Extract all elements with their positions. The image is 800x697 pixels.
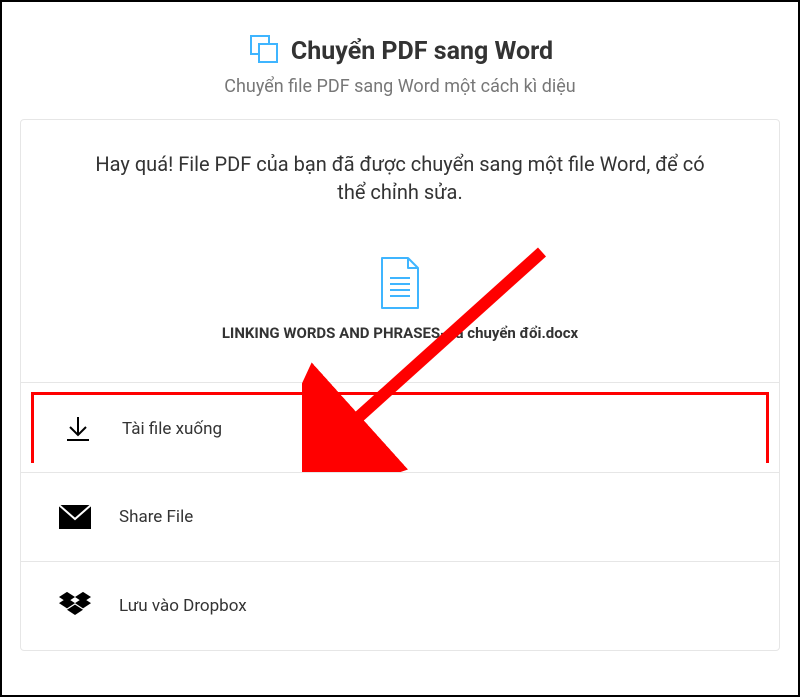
document-icon (378, 295, 422, 314)
dropbox-label: Lưu vào Dropbox (119, 596, 247, 616)
action-list: Tài file xuống Share File (21, 383, 779, 650)
dropbox-icon (59, 590, 91, 622)
success-block: Hay quá! File PDF của bạn đã được chuyển… (21, 120, 779, 383)
download-icon (62, 413, 94, 445)
pdf-to-word-icon (247, 32, 281, 70)
converted-file[interactable]: LINKING WORDS AND PHRASES-đã chuyển đổi.… (222, 256, 578, 342)
converted-filename: LINKING WORDS AND PHRASES-đã chuyển đổi.… (222, 324, 578, 342)
envelope-icon (59, 501, 91, 533)
success-message: Hay quá! File PDF của bạn đã được chuyển… (81, 150, 719, 206)
dropbox-button[interactable]: Lưu vào Dropbox (21, 562, 779, 650)
download-button[interactable]: Tài file xuống (31, 392, 769, 463)
share-button[interactable]: Share File (21, 473, 779, 562)
result-card: Hay quá! File PDF của bạn đã được chuyển… (20, 119, 780, 651)
page-subtitle: Chuyển file PDF sang Word một cách kì di… (20, 76, 780, 97)
share-label: Share File (119, 507, 193, 527)
download-label: Tài file xuống (122, 419, 222, 439)
page-header: Chuyển PDF sang Word Chuyển file PDF san… (20, 32, 780, 97)
page-title: Chuyển PDF sang Word (291, 37, 553, 66)
